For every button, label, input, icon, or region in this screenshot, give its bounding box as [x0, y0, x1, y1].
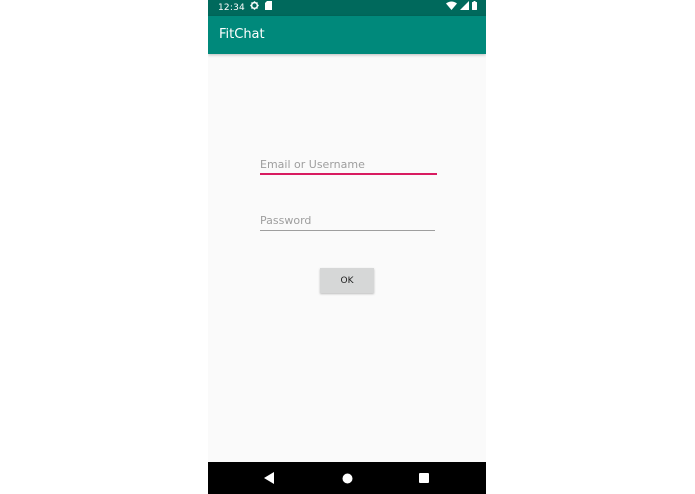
recents-icon[interactable] — [417, 471, 431, 485]
sd-card-icon — [265, 0, 272, 16]
phone-screen: 12:34 FitChat Email or Username OK — [208, 0, 486, 494]
status-time: 12:34 — [218, 3, 245, 13]
email-field-container — [260, 153, 437, 175]
back-icon[interactable] — [262, 471, 276, 485]
email-input[interactable] — [260, 154, 437, 175]
password-underline — [260, 230, 435, 231]
battery-icon — [472, 0, 477, 16]
status-notification-icons — [250, 0, 272, 16]
login-form: OK — [208, 54, 486, 462]
navigation-bar — [208, 462, 486, 494]
signal-icon — [460, 0, 469, 16]
status-bar: 12:34 — [208, 0, 486, 16]
app-title: FitChat — [219, 27, 265, 42]
status-system-icons — [446, 0, 477, 16]
wifi-icon — [446, 0, 457, 16]
ok-button[interactable]: OK — [320, 268, 374, 293]
password-input[interactable] — [260, 210, 435, 231]
email-underline — [260, 173, 437, 175]
password-field-container — [260, 209, 435, 231]
gear-icon — [250, 0, 259, 16]
home-icon[interactable] — [340, 471, 354, 485]
app-bar: FitChat — [208, 16, 486, 54]
